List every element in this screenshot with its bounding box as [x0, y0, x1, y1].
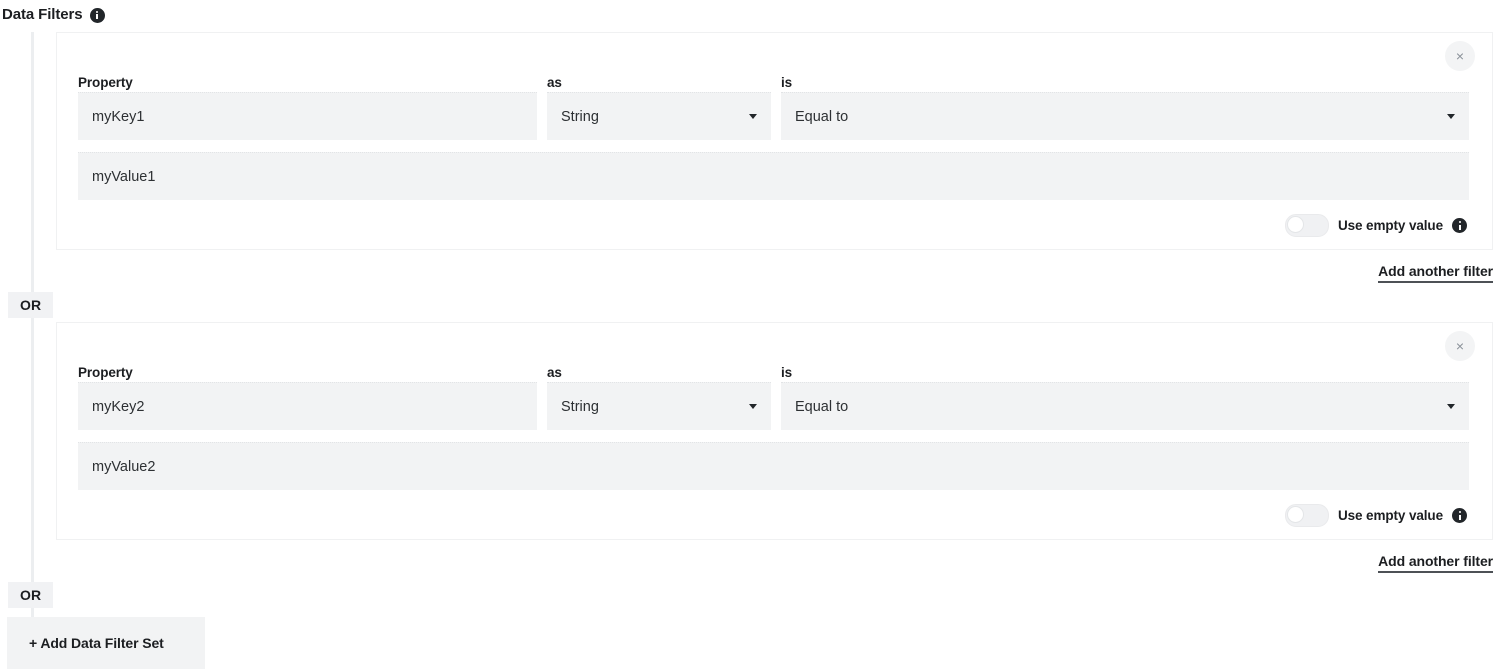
page-header: Data Filters: [0, 0, 1500, 26]
filter-2-inputs-row: myKey2 String Equal to: [78, 382, 1469, 430]
filter-card-1-header: ×: [78, 41, 1475, 71]
filter-1-inputs-row: myKey1 String Equal to: [78, 92, 1469, 140]
filter-2-labels-row: Property as is: [78, 364, 1469, 382]
chevron-down-icon: [749, 404, 757, 409]
type-select[interactable]: String: [547, 92, 771, 140]
data-filters-tree: × Property as is myKey1 String Equal to …: [0, 32, 1500, 669]
property-input[interactable]: myKey1: [78, 92, 537, 140]
filter-card-2: × Property as is myKey2 String Equal to …: [56, 322, 1493, 540]
filter-set-1: × Property as is myKey1 String Equal to …: [0, 32, 1500, 283]
type-select[interactable]: String: [547, 382, 771, 430]
use-empty-value-row: Use empty value: [78, 504, 1469, 527]
use-empty-value-row: Use empty value: [78, 214, 1469, 237]
use-empty-value-label: Use empty value: [1337, 508, 1443, 523]
info-icon[interactable]: [1452, 218, 1467, 233]
use-empty-value-toggle[interactable]: [1284, 214, 1329, 237]
add-another-filter-row-2: Add another filter: [56, 553, 1500, 573]
toggle-knob: [1286, 216, 1304, 233]
operator-select-value: Equal to: [795, 398, 849, 415]
filter-1-labels-row: Property as is: [78, 74, 1469, 92]
operator-select[interactable]: Equal to: [781, 92, 1469, 140]
remove-filter-button[interactable]: ×: [1445, 41, 1475, 71]
or-badge: OR: [8, 582, 54, 608]
property-input[interactable]: myKey2: [78, 382, 537, 430]
info-icon[interactable]: [89, 7, 105, 23]
filter-set-2: × Property as is myKey2 String Equal to …: [0, 322, 1500, 573]
toggle-knob: [1286, 506, 1304, 523]
chevron-down-icon: [1447, 114, 1455, 119]
filter-2-value-row: myValue2: [78, 442, 1469, 490]
filter-card-1: × Property as is myKey1 String Equal to …: [56, 32, 1493, 250]
type-select-value: String: [561, 398, 599, 415]
add-data-filter-set-row: + Add Data Filter Set: [0, 617, 1500, 669]
operator-select[interactable]: Equal to: [781, 382, 1469, 430]
filter-value-input[interactable]: myValue2: [78, 442, 1469, 490]
or-connector-1: OR: [0, 292, 1500, 322]
add-another-filter-link[interactable]: Add another filter: [1378, 263, 1493, 283]
page-title: Data Filters: [2, 6, 83, 23]
add-data-filter-set-button[interactable]: + Add Data Filter Set: [7, 617, 205, 669]
close-icon: ×: [1455, 48, 1465, 64]
close-icon: ×: [1455, 338, 1465, 354]
chevron-down-icon: [749, 114, 757, 119]
add-another-filter-link[interactable]: Add another filter: [1378, 553, 1493, 573]
or-badge: OR: [8, 292, 54, 318]
use-empty-value-toggle[interactable]: [1284, 504, 1329, 527]
remove-filter-button[interactable]: ×: [1445, 331, 1475, 361]
chevron-down-icon: [1447, 404, 1455, 409]
operator-select-value: Equal to: [795, 108, 849, 125]
use-empty-value-label: Use empty value: [1337, 218, 1443, 233]
add-another-filter-row-1: Add another filter: [56, 263, 1500, 283]
or-connector-2: OR: [0, 582, 1500, 612]
type-select-value: String: [561, 108, 599, 125]
filter-value-input[interactable]: myValue1: [78, 152, 1469, 200]
filter-1-value-row: myValue1: [78, 152, 1469, 200]
filter-card-2-header: ×: [78, 331, 1475, 361]
info-icon[interactable]: [1452, 508, 1467, 523]
